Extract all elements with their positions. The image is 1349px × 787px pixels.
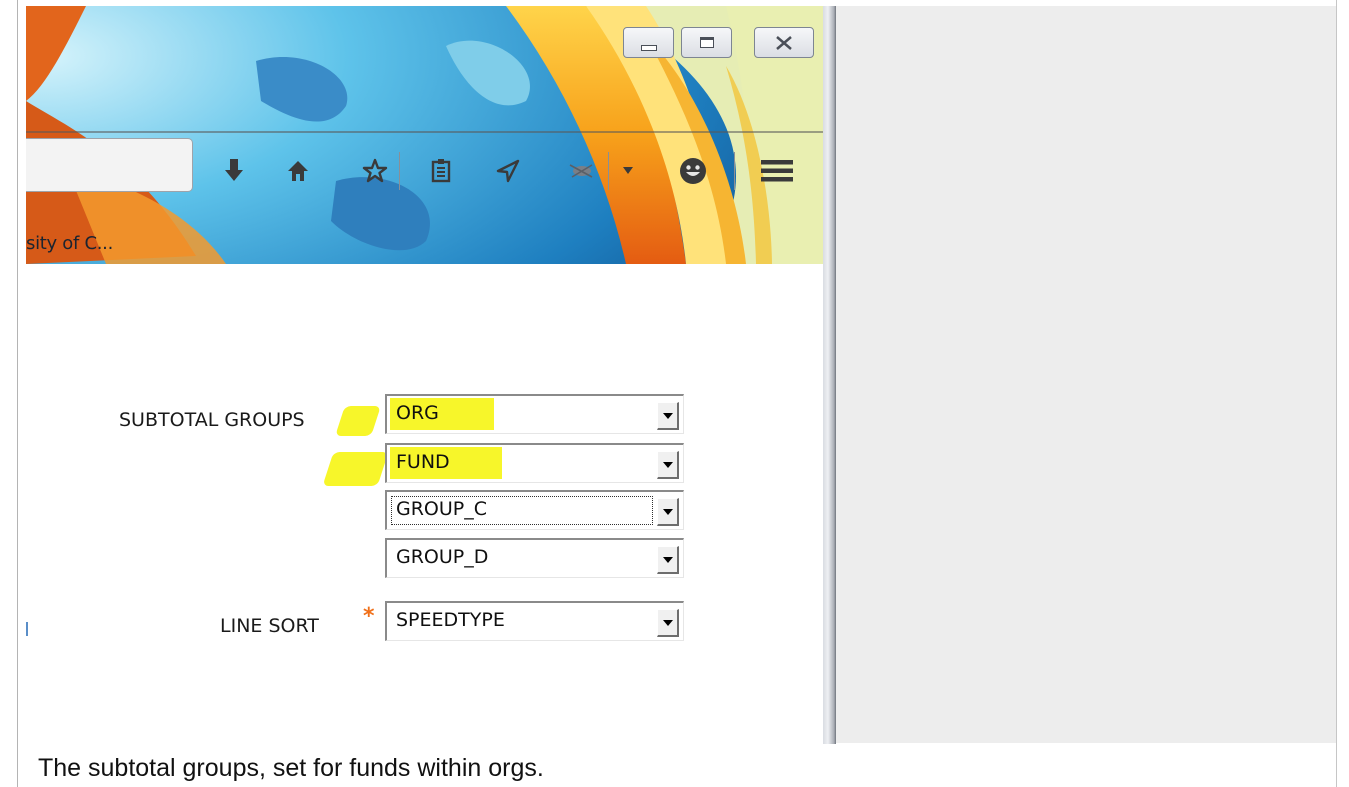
highlighter-mark [335,406,381,436]
highlighter-mark [322,452,389,486]
close-window-button[interactable] [754,27,814,58]
select-value: SPEEDTYPE [396,609,505,631]
chevron-down-icon[interactable] [657,402,679,430]
screenshot-frame: sity of C... SUBTOTAL GROUPS ORG FUND GR… [26,6,836,744]
dropdown-arrow-icon[interactable] [620,154,636,188]
navbar-divider [26,131,823,133]
home-icon[interactable] [284,154,312,188]
minimize-button[interactable] [623,27,674,58]
minimize-icon [640,44,657,51]
browser-chrome: sity of C... [26,6,823,264]
page-border-right [1336,0,1337,787]
chevron-down-icon[interactable] [657,609,679,637]
right-panel [836,6,1336,743]
maximize-button[interactable] [681,27,732,58]
tab-title[interactable]: sity of C... [26,233,113,254]
chevron-down-icon[interactable] [657,546,679,574]
maximize-icon [699,37,714,48]
subtotal-group-select-3[interactable]: GROUP_C [385,490,684,530]
bookmark-star-icon[interactable] [360,154,390,188]
page-border-left [17,0,18,787]
toolbar-separator [734,152,735,190]
chevron-down-icon[interactable] [657,498,679,526]
addon-bug-icon[interactable] [564,154,598,188]
subtotal-groups-label: SUBTOTAL GROUPS [119,409,305,431]
required-asterisk: * [363,604,375,629]
select-value: FUND [396,451,450,473]
reading-list-icon[interactable] [428,154,454,188]
select-value: ORG [396,402,439,424]
menu-icon[interactable] [759,154,795,188]
window-edge [823,6,836,744]
subtotal-group-select-1[interactable]: ORG [385,394,684,434]
subtotal-group-select-2[interactable]: FUND [385,443,684,483]
close-icon [776,35,792,50]
send-icon[interactable] [494,154,522,188]
chevron-down-icon[interactable] [657,451,679,479]
focus-ring [391,496,653,525]
search-input[interactable] [26,138,193,192]
focus-indicator [26,622,28,636]
downloads-icon[interactable] [222,154,246,188]
select-value: GROUP_D [396,546,489,568]
line-sort-label: LINE SORT [220,615,319,637]
caption: The subtotal groups, set for funds withi… [38,754,544,782]
line-sort-select[interactable]: SPEEDTYPE [385,601,684,641]
toolbar-separator [608,152,609,190]
smiley-icon[interactable] [676,154,710,188]
toolbar-separator [399,152,400,190]
subtotal-group-select-4[interactable]: GROUP_D [385,538,684,578]
